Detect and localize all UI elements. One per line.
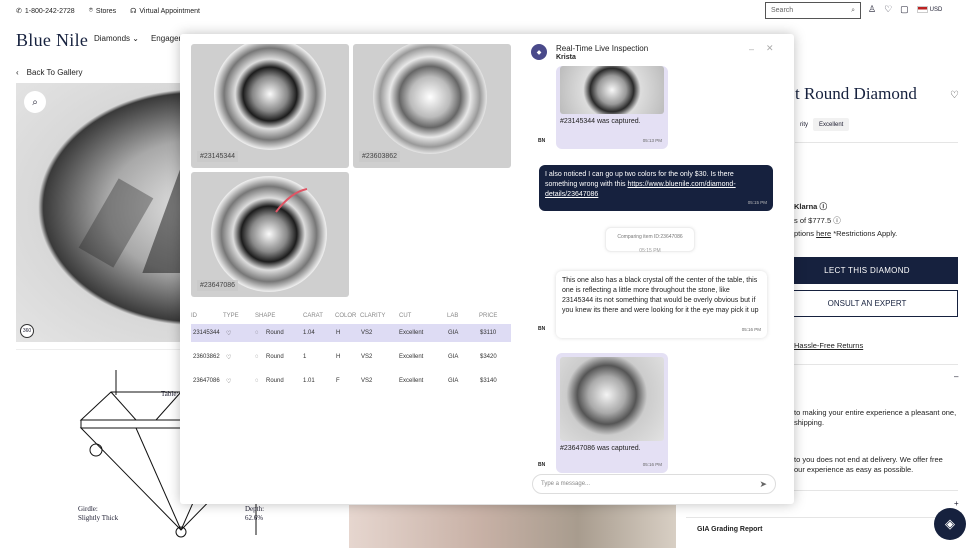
phone-icon: ✆: [16, 8, 22, 15]
round-shape-icon: ◌: [255, 378, 259, 384]
virtual-appointment-link[interactable]: ☊ Virtual Appointment: [130, 7, 200, 16]
bag-icon[interactable]: ▢: [900, 4, 909, 15]
klarna-label: Klarna ⓘ: [794, 202, 827, 211]
depth-value: 62.6%: [245, 514, 264, 522]
header-icons: ♙ ♡ ▢ USD: [868, 4, 942, 15]
product-title: t Round Diamond: [795, 84, 917, 103]
diamond-thumbnail-image: [214, 44, 326, 150]
close-icon[interactable]: ✕: [766, 43, 774, 54]
table-row[interactable]: 23603862 ♡ ◌ Round 1 H VS2 Excellent GIA…: [191, 348, 511, 366]
logo[interactable]: Blue Nile: [16, 30, 88, 51]
chevron-down-icon: ⌄: [132, 34, 139, 43]
returns-link[interactable]: Hassle-Free Returns: [794, 341, 863, 350]
financing-options: ptions here *Restrictions Apply.: [794, 229, 898, 238]
stores-link[interactable]: ⌾ Stores: [89, 7, 116, 15]
back-to-gallery-link[interactable]: ‹ Back To Gallery: [16, 68, 83, 77]
installment-text: s of $777.5 ⓘ: [794, 216, 841, 225]
financing-link[interactable]: here: [816, 229, 831, 238]
divider: [776, 364, 958, 365]
girdle-label: Girdle:: [78, 505, 98, 513]
thumbnail-23603862[interactable]: #23603862: [353, 44, 511, 168]
headset-icon: ☊: [130, 8, 137, 15]
info-icon[interactable]: ⓘ: [833, 216, 841, 225]
round-shape-icon: ◌: [255, 354, 259, 360]
search-icon[interactable]: ⌕: [851, 7, 855, 15]
send-icon[interactable]: ➤: [759, 479, 767, 490]
divider: [686, 517, 958, 518]
minimize-icon[interactable]: –: [749, 44, 754, 54]
captured-diamond-image[interactable]: [560, 66, 664, 114]
zoom-button[interactable]: ⌕: [24, 91, 46, 113]
collapse-icon[interactable]: –: [954, 372, 958, 381]
heart-icon[interactable]: ♡: [226, 330, 231, 337]
bn-avatar: BN: [538, 462, 546, 468]
service-text-2a: to you does not end at delivery. We offe…: [794, 455, 943, 464]
table-label: Table:: [161, 390, 179, 398]
us-flag-icon: [916, 6, 928, 13]
round-shape-icon: ◌: [255, 330, 259, 336]
chevron-left-icon: ‹: [16, 68, 19, 77]
annotation-mark-icon: [275, 188, 308, 213]
consult-expert-button[interactable]: ONSULT AN EXPERT: [776, 290, 958, 317]
thumbnail-23647086[interactable]: #23647086: [191, 172, 349, 297]
chat-message-capture: #23647086 was captured. 05:16 PM: [556, 353, 668, 473]
diamond-on-hand-image[interactable]: [349, 505, 676, 548]
thumbnail-23145344[interactable]: #23145344: [191, 44, 349, 168]
chat-message-user: I also noticed I can go up two colors fo…: [539, 165, 773, 211]
info-icon[interactable]: ⓘ: [819, 202, 827, 211]
bn-avatar: BN: [538, 138, 546, 144]
expand-icon[interactable]: +: [954, 499, 959, 508]
comparison-table: ID TYPE SHAPE CARAT COLOR CLARITY CUT LA…: [191, 307, 511, 397]
captured-diamond-image[interactable]: [560, 357, 664, 441]
gia-report-accordion[interactable]: GIA Grading Report: [697, 526, 762, 533]
location-pin-icon: ⌾: [88, 7, 93, 14]
heart-icon[interactable]: ♡: [226, 354, 231, 361]
service-text-1b: shipping.: [794, 418, 825, 427]
table-row[interactable]: 23647086 ♡ ◌ Round 1.01 F VS2 Excellent …: [191, 372, 511, 390]
chat-agent-name: Krista: [556, 54, 576, 61]
chat-message-input[interactable]: Type a message... ➤: [532, 474, 776, 494]
agent-logo-icon: ◆: [536, 49, 542, 56]
spec-pill-clarity[interactable]: rity: [794, 118, 814, 131]
select-diamond-button[interactable]: LECT THIS DIAMOND: [776, 257, 958, 284]
phone-link[interactable]: ✆ 1-800-242-2728: [16, 7, 75, 16]
chat-title: Real-Time Live Inspection: [556, 44, 649, 53]
chat-system-message: Comparing item ID:23647086 05:15 PM: [605, 227, 695, 254]
girdle-value: Slightly Thick: [78, 514, 119, 522]
table-header-row: ID TYPE SHAPE CARAT COLOR CLARITY CUT LA…: [191, 313, 498, 319]
virtual-assistant-button[interactable]: ◈: [934, 508, 966, 540]
service-text-2b: our experience as easy as possible.: [794, 465, 914, 474]
magnifier-icon: ⌕: [32, 96, 38, 108]
chat-agent-avatar: ◆: [531, 44, 547, 60]
main-nav: Diamonds ⌄ Engagem: [94, 34, 185, 43]
nav-diamonds[interactable]: Diamonds ⌄: [94, 34, 139, 43]
currency-selector[interactable]: USD: [916, 6, 942, 13]
chat-message-capture: #23145344 was captured. 05:13 PM: [556, 66, 668, 149]
divider: [795, 142, 958, 143]
table-row[interactable]: 23145344 ♡ ◌ Round 1.04 H VS2 Excellent …: [191, 324, 511, 342]
depth-label: Depth:: [245, 505, 265, 513]
wishlist-heart-icon[interactable]: ♡: [950, 90, 959, 101]
service-text-1a: to making your entire experience a pleas…: [794, 408, 957, 417]
account-icon[interactable]: ♙: [868, 4, 876, 15]
diamond-ring-icon: ◈: [945, 516, 955, 531]
360-view-icon[interactable]: 360: [20, 324, 34, 338]
bn-avatar: BN: [538, 326, 546, 332]
spec-pill-cut[interactable]: Excellent: [813, 118, 850, 131]
heart-icon[interactable]: ♡: [226, 378, 231, 385]
search-input[interactable]: Search ⌕: [765, 2, 861, 19]
chat-message-agent: This one also has a black crystal off th…: [556, 271, 767, 338]
wishlist-icon[interactable]: ♡: [884, 4, 892, 15]
diamond-thumbnail-image: [373, 44, 487, 154]
